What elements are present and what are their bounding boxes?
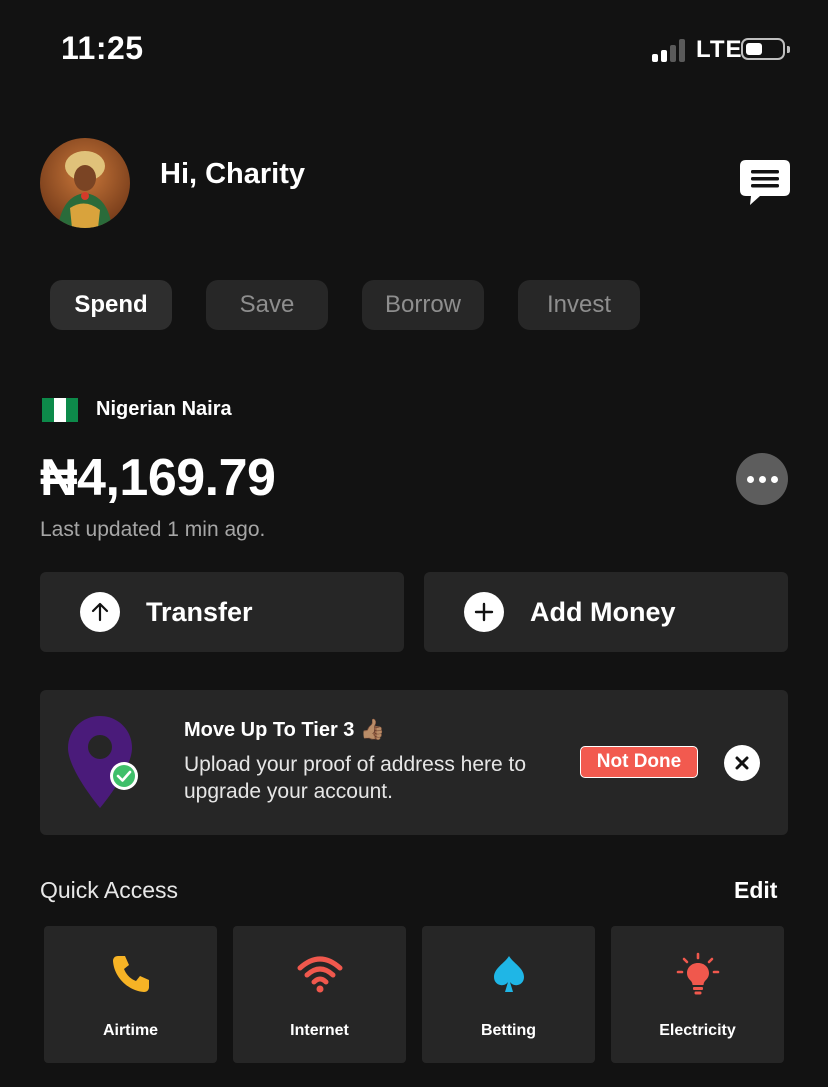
quick-access-internet[interactable]: Internet [233,926,406,1063]
tier-upgrade-card[interactable]: Move Up To Tier 3 👍🏽 Upload your proof o… [40,690,788,835]
wifi-icon [233,952,406,996]
tier-description: Upload your proof of address here to upg… [184,753,527,803]
edit-quick-access-button[interactable]: Edit [734,877,777,904]
spade-icon [422,952,595,996]
chat-icon[interactable] [740,160,790,206]
tab-spend[interactable]: Spend [50,280,172,330]
close-icon[interactable] [724,745,760,781]
quick-access-betting[interactable]: Betting [422,926,595,1063]
greeting: Hi, Charity [160,158,306,190]
quick-access-label: Betting [480,1022,537,1039]
bulb-icon [611,952,784,996]
quick-access-label: Airtime [102,1022,159,1039]
nigeria-flag-icon [42,398,78,422]
currency-name: Nigerian Naira [96,398,232,420]
plus-icon [464,592,504,632]
status-time: 11:25 [61,30,144,66]
phone-icon [44,952,217,996]
location-pin-icon [66,714,142,810]
signal-strength-icon [652,38,690,62]
dot-icon [746,475,754,483]
quick-access-airtime[interactable]: Airtime [44,926,217,1063]
tab-borrow[interactable]: Borrow [362,280,484,330]
tab-save[interactable]: Save [206,280,328,330]
transfer-label: Transfer [146,597,253,627]
status-badge: Not Done [580,746,698,778]
quick-access-electricity[interactable]: Electricity [611,926,784,1063]
transfer-button[interactable]: Transfer [40,572,404,652]
battery-icon [741,38,790,60]
arrow-up-icon [80,592,120,632]
last-updated-text: Last updated 1 min ago. [40,518,266,541]
quick-access-label: Internet [290,1022,349,1039]
tab-invest[interactable]: Invest [518,280,640,330]
more-options-button[interactable] [736,453,788,505]
quick-access-label: Electricity [659,1022,736,1039]
add-money-button[interactable]: Add Money [424,572,788,652]
quick-access-title: Quick Access [40,877,179,903]
dot-icon [770,475,778,483]
network-type: LTE [696,36,743,63]
avatar[interactable] [40,138,130,228]
add-money-label: Add Money [530,597,676,627]
dot-icon [758,475,766,483]
tier-title: Move Up To Tier 3 👍🏽 [184,719,385,741]
account-balance: ₦4,169.79 [40,449,276,507]
